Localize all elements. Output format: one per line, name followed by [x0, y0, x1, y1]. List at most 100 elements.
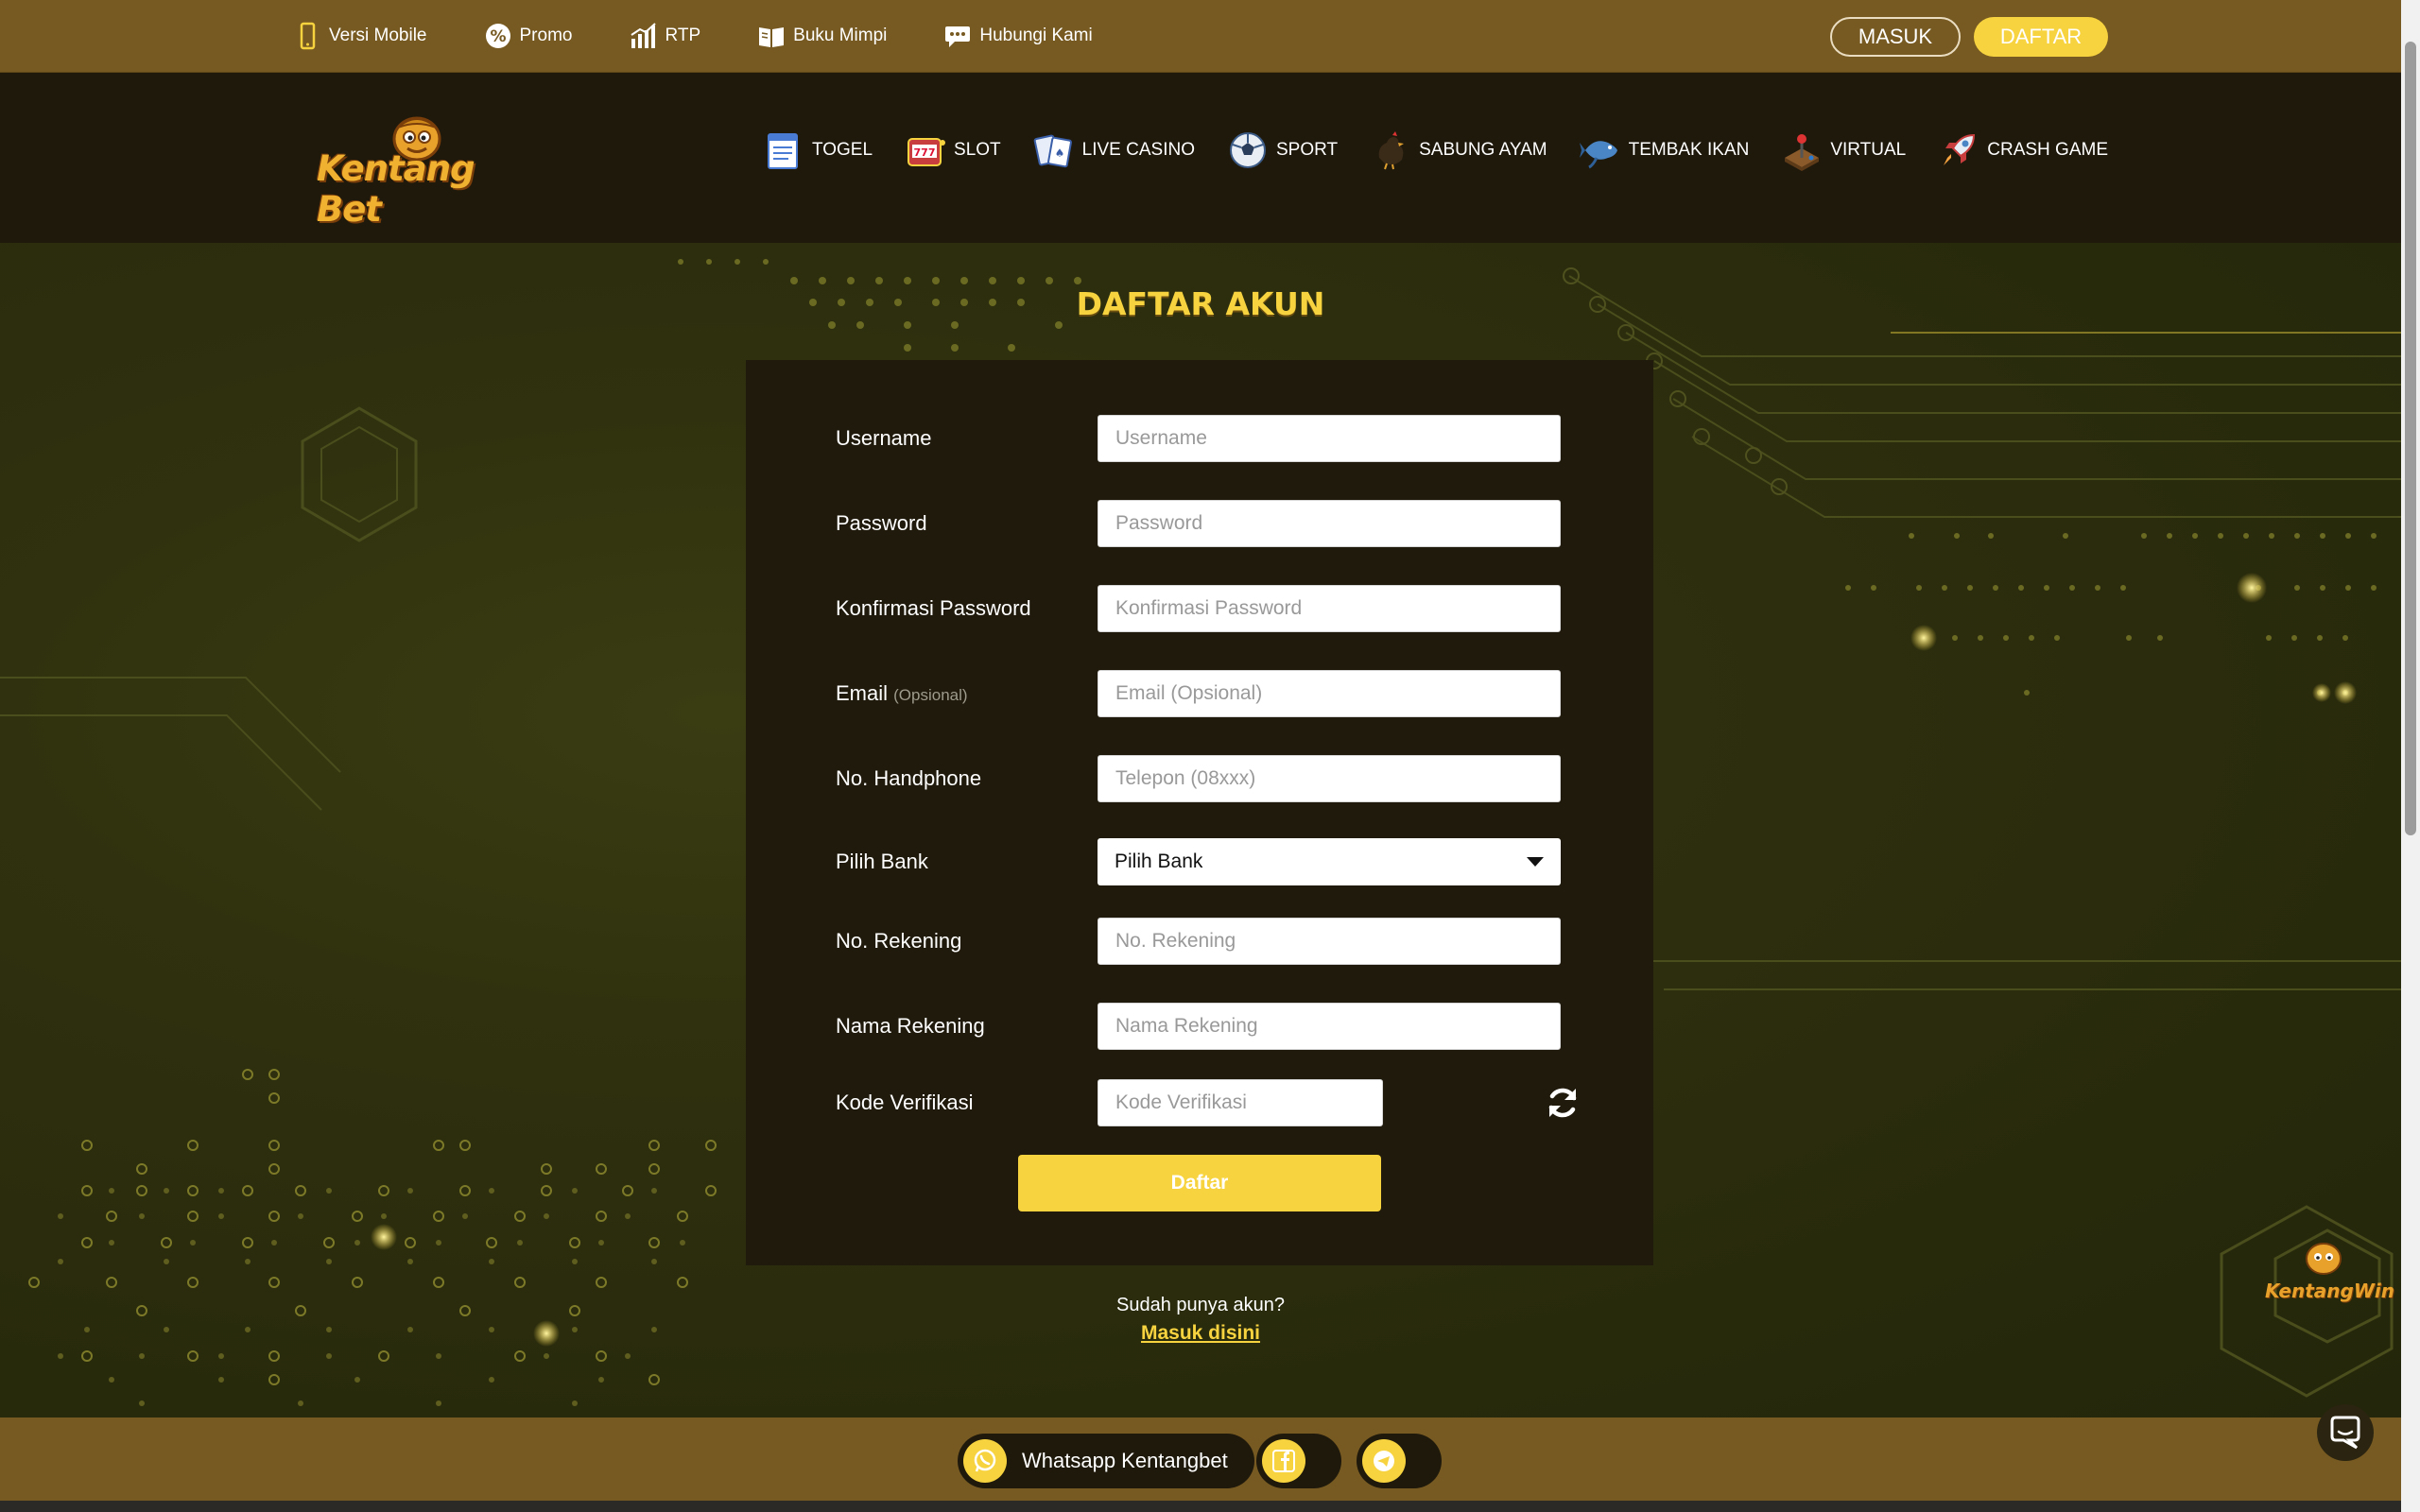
account-number-label: No. Rekening [836, 929, 962, 953]
cards-icon: ♠ [1033, 134, 1072, 168]
joystick-icon [1785, 134, 1820, 171]
kentangwin-badge[interactable]: KentangWin [2233, 1221, 2398, 1344]
telegram-button[interactable] [1357, 1434, 1442, 1488]
nav-tembak-ikan[interactable]: TEMBAK IKAN [1579, 129, 1749, 171]
whatsapp-label: Whatsapp Kentangbet [1022, 1449, 1228, 1472]
fish-icon [1579, 141, 1617, 169]
topnav-label: Versi Mobile [329, 26, 427, 45]
phone-input[interactable] [1098, 755, 1561, 802]
nav-slot[interactable]: 777 SLOT [905, 129, 1001, 171]
bottom-strip [0, 1501, 2401, 1512]
captcha-input[interactable] [1098, 1079, 1383, 1126]
chevron-down-icon [1527, 857, 1544, 867]
mobile-icon [300, 22, 316, 50]
account-name-label: Nama Rekening [836, 1014, 985, 1038]
phone-label: No. Handphone [836, 766, 982, 790]
telegram-icon [1362, 1439, 1406, 1483]
topnav-label: Hubungi Kami [979, 26, 1093, 45]
nav-live-casino[interactable]: ♠ LIVE CASINO [1033, 129, 1195, 171]
whatsapp-button[interactable]: Whatsapp Kentangbet [958, 1434, 1254, 1488]
captcha-label: Kode Verifikasi [836, 1091, 974, 1114]
have-account-text: Sudah punya akun? [1116, 1295, 1285, 1315]
auth-buttons: MASUK DAFTAR [1830, 17, 2108, 57]
confirm-password-row: Konfirmasi Password [836, 585, 1568, 632]
account-number-input[interactable] [1098, 918, 1561, 965]
promo-icon: % [485, 24, 510, 48]
top-bar: Versi Mobile % Promo RTP Buku Mimpi Hubu… [0, 0, 2401, 73]
topnav-label: Promo [519, 26, 573, 45]
scrollbar[interactable] [2401, 0, 2420, 1512]
chat-icon [945, 26, 971, 47]
bank-select[interactable]: Pilih Bank [1098, 838, 1561, 885]
top-nav: Versi Mobile % Promo RTP Buku Mimpi Hubu… [293, 21, 1150, 51]
rocket-icon [1944, 133, 1976, 165]
nav-label: SPORT [1275, 140, 1339, 160]
password-input[interactable] [1098, 500, 1561, 547]
confirm-password-label: Konfirmasi Password [836, 596, 1031, 620]
nav-sport[interactable]: SPORT [1227, 129, 1338, 171]
nav-label: LIVE CASINO [1081, 140, 1195, 160]
password-row: Password [836, 500, 1568, 547]
bank-row: Pilih Bank Pilih Bank [836, 838, 1568, 885]
chat-bubble-icon [2330, 1416, 2360, 1450]
nav-virtual[interactable]: VIRTUAL [1781, 129, 1906, 171]
svg-text:♠: ♠ [1054, 146, 1064, 160]
topnav-rtp[interactable]: RTP [629, 21, 700, 51]
topnav-buku-mimpi[interactable]: Buku Mimpi [757, 21, 887, 51]
logo[interactable]: Kentang Bet [317, 111, 515, 230]
facebook-button[interactable] [1256, 1434, 1341, 1488]
phone-row: No. Handphone [836, 755, 1568, 802]
scrollbar-thumb[interactable] [2405, 42, 2416, 835]
login-here-link[interactable]: Masuk disini [0, 1322, 2401, 1345]
topnav-label: Buku Mimpi [793, 26, 888, 45]
confirm-password-input[interactable] [1098, 585, 1561, 632]
username-input[interactable] [1098, 415, 1561, 462]
refresh-icon[interactable] [1545, 1085, 1581, 1121]
logo-text: Kentang Bet [317, 148, 475, 230]
username-row: Username [836, 415, 1568, 462]
nav-togel[interactable]: TOGEL [763, 129, 873, 171]
slot-machine-icon: 777 [908, 138, 946, 166]
chart-icon [631, 23, 657, 48]
bank-select-value: Pilih Bank [1115, 850, 1203, 872]
nav-crash-game[interactable]: CRASH GAME [1938, 129, 2108, 171]
account-name-row: Nama Rekening [836, 1003, 1568, 1050]
topnav-label: RTP [665, 26, 701, 45]
page-title: DAFTAR AKUN [1076, 285, 1325, 322]
register-form-panel: Username Password Konfirmasi Password Em… [746, 360, 1653, 1265]
topnav-promo[interactable]: % Promo [484, 21, 573, 51]
nav-label: SLOT [954, 140, 1001, 160]
topnav-versi-mobile[interactable]: Versi Mobile [293, 21, 427, 51]
account-number-row: No. Rekening [836, 918, 1568, 965]
live-chat-button[interactable] [2317, 1404, 2374, 1461]
notepad-icon [767, 133, 798, 169]
email-label: Email [836, 681, 889, 705]
username-label: Username [836, 426, 932, 450]
nav-sabung-ayam[interactable]: SABUNG AYAM [1370, 129, 1547, 171]
optional-hint: (Opsional) [893, 686, 968, 704]
email-label-group: Email (Opsional) [836, 681, 1098, 706]
whatsapp-icon [963, 1439, 1007, 1483]
daftar-submit-button[interactable]: Daftar [1018, 1155, 1381, 1211]
main-nav: TOGEL 777 SLOT ♠ LIVE CASINO SPORT SABUN… [731, 129, 2108, 171]
nav-label: TOGEL [811, 140, 873, 160]
book-icon [759, 27, 785, 47]
account-name-input[interactable] [1098, 1003, 1561, 1050]
nav-label: VIRTUAL [1830, 140, 1907, 160]
svg-text:777: 777 [914, 146, 936, 159]
password-label: Password [836, 511, 927, 535]
rooster-icon [1378, 131, 1405, 170]
nav-label: CRASH GAME [1987, 140, 2108, 160]
facebook-icon [1262, 1439, 1305, 1483]
kentangwin-text: KentangWin [2265, 1280, 2394, 1302]
nav-label: SABUNG AYAM [1419, 140, 1547, 160]
email-input[interactable] [1098, 670, 1561, 717]
captcha-row: Kode Verifikasi [836, 1079, 1577, 1126]
login-button[interactable]: MASUK [1830, 17, 1961, 57]
topnav-hubungi-kami[interactable]: Hubungi Kami [943, 21, 1093, 51]
bottom-bar: Whatsapp Kentangbet [0, 1418, 2401, 1501]
email-row: Email (Opsional) [836, 670, 1568, 717]
svg-text:%: % [490, 27, 506, 46]
bank-label: Pilih Bank [836, 850, 928, 873]
register-button[interactable]: DAFTAR [1974, 17, 2108, 57]
